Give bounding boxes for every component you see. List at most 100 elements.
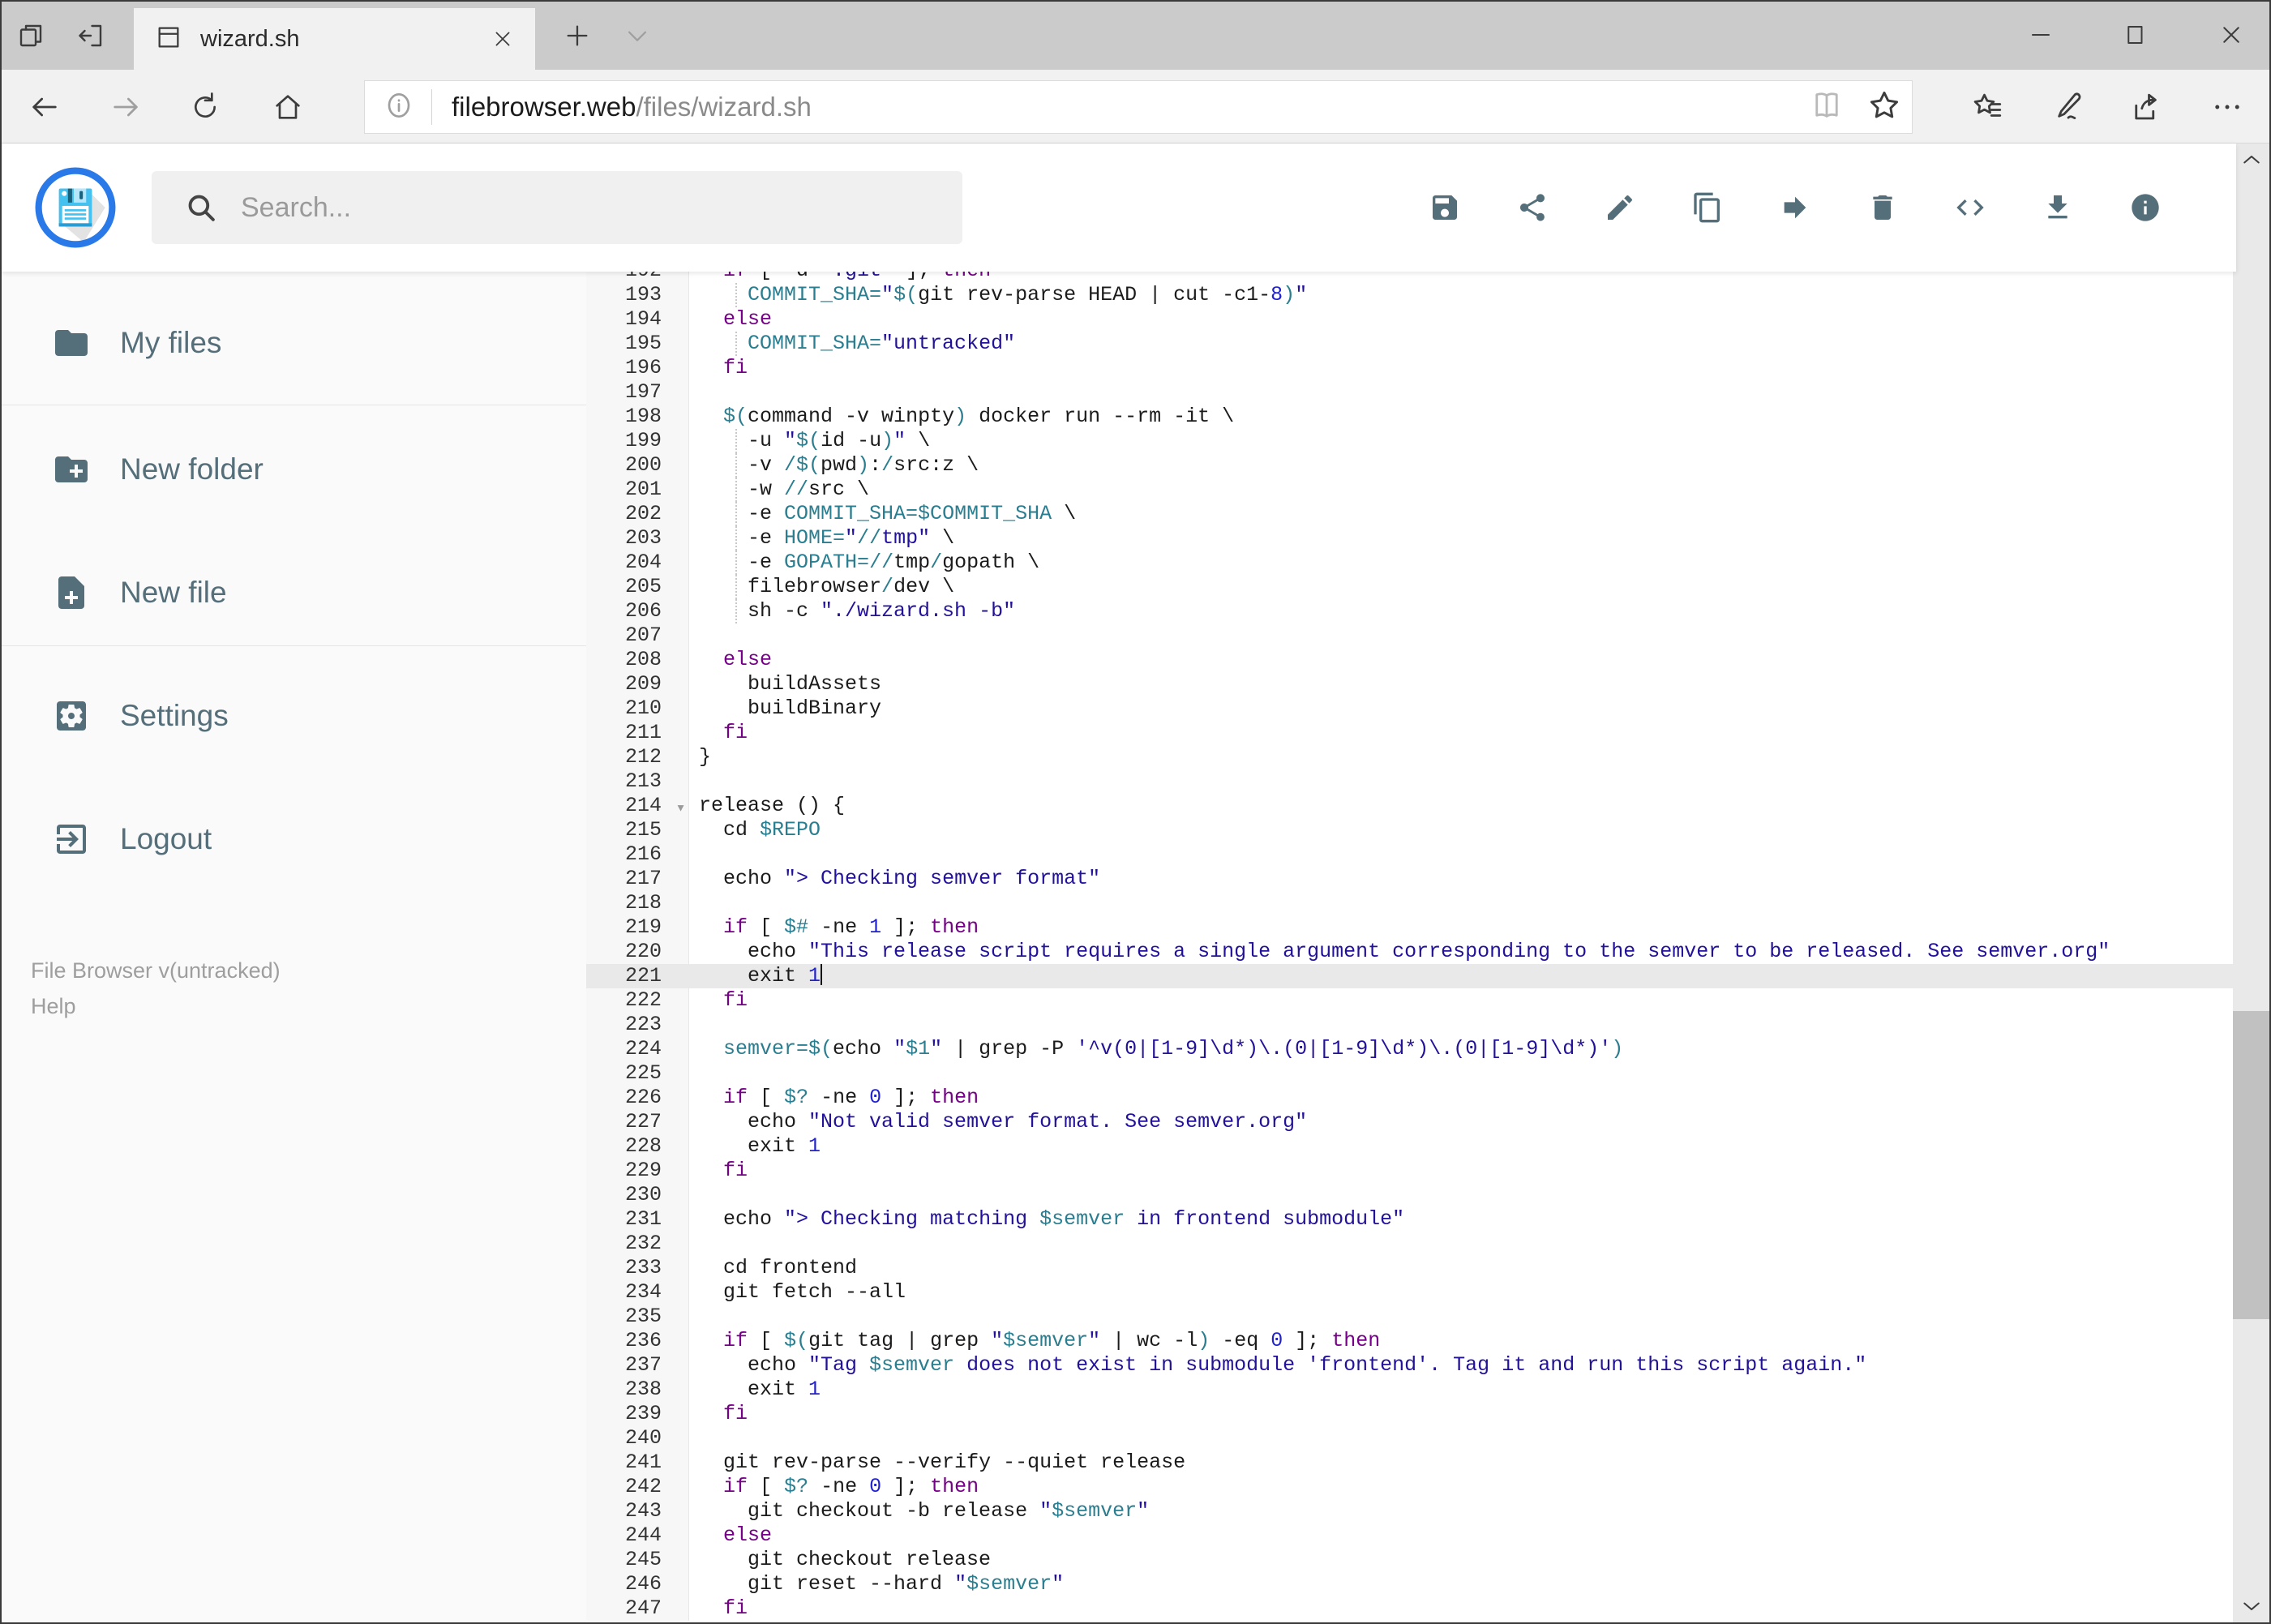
page-scrollbar[interactable]: [2233, 144, 2269, 1622]
code-line[interactable]: 235: [586, 1305, 2236, 1329]
code-view-button[interactable]: [1954, 191, 1986, 224]
code-line[interactable]: 205 filebrowser/dev \: [586, 575, 2236, 599]
share-icon[interactable]: [2127, 89, 2165, 125]
sidebar-item-my-files[interactable]: My files: [2, 304, 586, 382]
url-bar[interactable]: filebrowser.web/files/wizard.sh: [364, 80, 1913, 134]
reading-view-icon[interactable]: [1810, 88, 1844, 126]
code-line[interactable]: 228 exit 1: [586, 1134, 2236, 1159]
sidebar-item-logout[interactable]: Logout: [2, 800, 586, 878]
code-line[interactable]: 237 echo "Tag $semver does not exist in …: [586, 1353, 2236, 1378]
code-line[interactable]: 197: [586, 380, 2236, 405]
code-line[interactable]: 243 git checkout -b release "$semver": [586, 1499, 2236, 1523]
code-line[interactable]: 225: [586, 1061, 2236, 1086]
web-note-pen-icon[interactable]: [2050, 89, 2087, 125]
code-line[interactable]: 203 -e HOME="//tmp" \: [586, 526, 2236, 551]
share-button[interactable]: [1516, 191, 1549, 224]
code-line[interactable]: 232: [586, 1232, 2236, 1256]
info-button[interactable]: [2129, 191, 2162, 224]
code-line[interactable]: 224 semver=$(echo "$1" | grep -P '^v(0|[…: [586, 1037, 2236, 1061]
forward-icon[interactable]: [107, 89, 144, 125]
url-text[interactable]: filebrowser.web/files/wizard.sh: [452, 92, 812, 122]
code-line[interactable]: 200 -v /$(pwd):/src:z \: [586, 453, 2236, 478]
search-box[interactable]: [152, 171, 962, 244]
sidebar-item-new-folder[interactable]: New folder: [2, 431, 586, 508]
code-line[interactable]: 244 else: [586, 1523, 2236, 1548]
code-line[interactable]: 212}: [586, 745, 2236, 769]
code-line[interactable]: 198 $(command -v winpty) docker run --rm…: [586, 405, 2236, 429]
code-line[interactable]: 221 exit 1: [586, 964, 2236, 988]
copy-button[interactable]: [1691, 191, 1724, 224]
close-tab-icon[interactable]: [486, 23, 519, 55]
code-line[interactable]: 209 buildAssets: [586, 672, 2236, 696]
code-line[interactable]: 219 if [ $# -ne 1 ]; then: [586, 915, 2236, 940]
minimize-icon[interactable]: [2008, 11, 2073, 58]
code-line[interactable]: 241 git rev-parse --verify --quiet relea…: [586, 1450, 2236, 1475]
code-line[interactable]: 208 else: [586, 648, 2236, 672]
tab-preview-icon[interactable]: [13, 19, 49, 52]
edit-button[interactable]: [1604, 191, 1636, 224]
help-link[interactable]: Help: [31, 988, 281, 1024]
code-line[interactable]: 230: [586, 1183, 2236, 1207]
filebrowser-logo[interactable]: [34, 166, 117, 249]
code-line[interactable]: 227 echo "Not valid semver format. See s…: [586, 1110, 2236, 1134]
maximize-icon[interactable]: [2103, 11, 2168, 58]
code-line[interactable]: 245 git checkout release: [586, 1548, 2236, 1572]
code-line[interactable]: 223: [586, 1013, 2236, 1037]
favorite-star-icon[interactable]: [1866, 88, 1902, 127]
code-line[interactable]: 242 if [ $? -ne 0 ]; then: [586, 1475, 2236, 1499]
tabs-chevron-icon[interactable]: [619, 19, 655, 52]
code-line[interactable]: 216: [586, 842, 2236, 867]
code-line[interactable]: 202 -e COMMIT_SHA=$COMMIT_SHA \: [586, 502, 2236, 526]
code-line[interactable]: 194 else: [586, 307, 2236, 332]
sidebar-item-settings[interactable]: Settings: [2, 677, 586, 755]
back-icon[interactable]: [26, 89, 63, 125]
code-line[interactable]: 240: [586, 1426, 2236, 1450]
code-line[interactable]: 211 fi: [586, 721, 2236, 745]
more-icon[interactable]: [2209, 89, 2246, 125]
new-tab-icon[interactable]: [559, 19, 595, 52]
code-line[interactable]: 201 -w //src \: [586, 478, 2236, 502]
code-editor[interactable]: 192 if [ -d ".git" ]; then193 COMMIT_SHA…: [586, 272, 2236, 1622]
code-line[interactable]: 210 buildBinary: [586, 696, 2236, 721]
code-line[interactable]: 236 if [ $(git tag | grep "$semver" | wc…: [586, 1329, 2236, 1353]
fold-arrow-icon[interactable]: ▼: [677, 799, 683, 821]
code-line[interactable]: 214 ▼ release () {: [586, 794, 2236, 818]
code-line[interactable]: 226 if [ $? -ne 0 ]; then: [586, 1086, 2236, 1110]
hub-icon[interactable]: [1969, 89, 2006, 125]
close-icon[interactable]: [2199, 11, 2264, 58]
sidebar-item-new-file[interactable]: New file: [2, 554, 586, 632]
code-line[interactable]: 218: [586, 891, 2236, 915]
code-line[interactable]: 229 fi: [586, 1159, 2236, 1183]
code-line[interactable]: 193 COMMIT_SHA="$(git rev-parse HEAD | c…: [586, 283, 2236, 307]
code-line[interactable]: 217 echo "> Checking semver format": [586, 867, 2236, 891]
code-line[interactable]: 234 git fetch --all: [586, 1280, 2236, 1305]
code-line[interactable]: 192 if [ -d ".git" ]; then: [586, 272, 2236, 283]
move-button[interactable]: [1779, 191, 1811, 224]
code-line[interactable]: 233 cd frontend: [586, 1256, 2236, 1280]
code-line[interactable]: 204 -e GOPATH=//tmp/gopath \: [586, 551, 2236, 575]
download-button[interactable]: [2042, 191, 2074, 224]
scroll-down-icon[interactable]: [2233, 1592, 2269, 1619]
site-info-icon[interactable]: [383, 89, 415, 126]
code-line[interactable]: 246 git reset --hard "$semver": [586, 1572, 2236, 1596]
code-line[interactable]: 231 echo "> Checking matching $semver in…: [586, 1207, 2236, 1232]
code-line[interactable]: 195 COMMIT_SHA="untracked": [586, 332, 2236, 356]
set-tabs-aside-icon[interactable]: [73, 19, 109, 52]
code-line[interactable]: 238 exit 1: [586, 1378, 2236, 1402]
code-line[interactable]: 199 -u "$(id -u)" \: [586, 429, 2236, 453]
scroll-up-icon[interactable]: [2233, 147, 2269, 174]
code-line[interactable]: 220 echo "This release script requires a…: [586, 940, 2236, 964]
code-line[interactable]: 215 cd $REPO: [586, 818, 2236, 842]
save-button[interactable]: [1429, 191, 1461, 224]
scrollbar-thumb[interactable]: [2233, 1011, 2269, 1319]
code-line[interactable]: 239 fi: [586, 1402, 2236, 1426]
home-icon[interactable]: [269, 89, 306, 125]
refresh-icon[interactable]: [186, 89, 224, 125]
code-line[interactable]: 207: [586, 623, 2236, 648]
code-line[interactable]: 196 fi: [586, 356, 2236, 380]
code-line[interactable]: 222 fi: [586, 988, 2236, 1013]
code-line[interactable]: 206 sh -c "./wizard.sh -b": [586, 599, 2236, 623]
code-line[interactable]: 247 fi: [586, 1596, 2236, 1621]
code-line[interactable]: 213: [586, 769, 2236, 794]
delete-button[interactable]: [1866, 191, 1899, 224]
